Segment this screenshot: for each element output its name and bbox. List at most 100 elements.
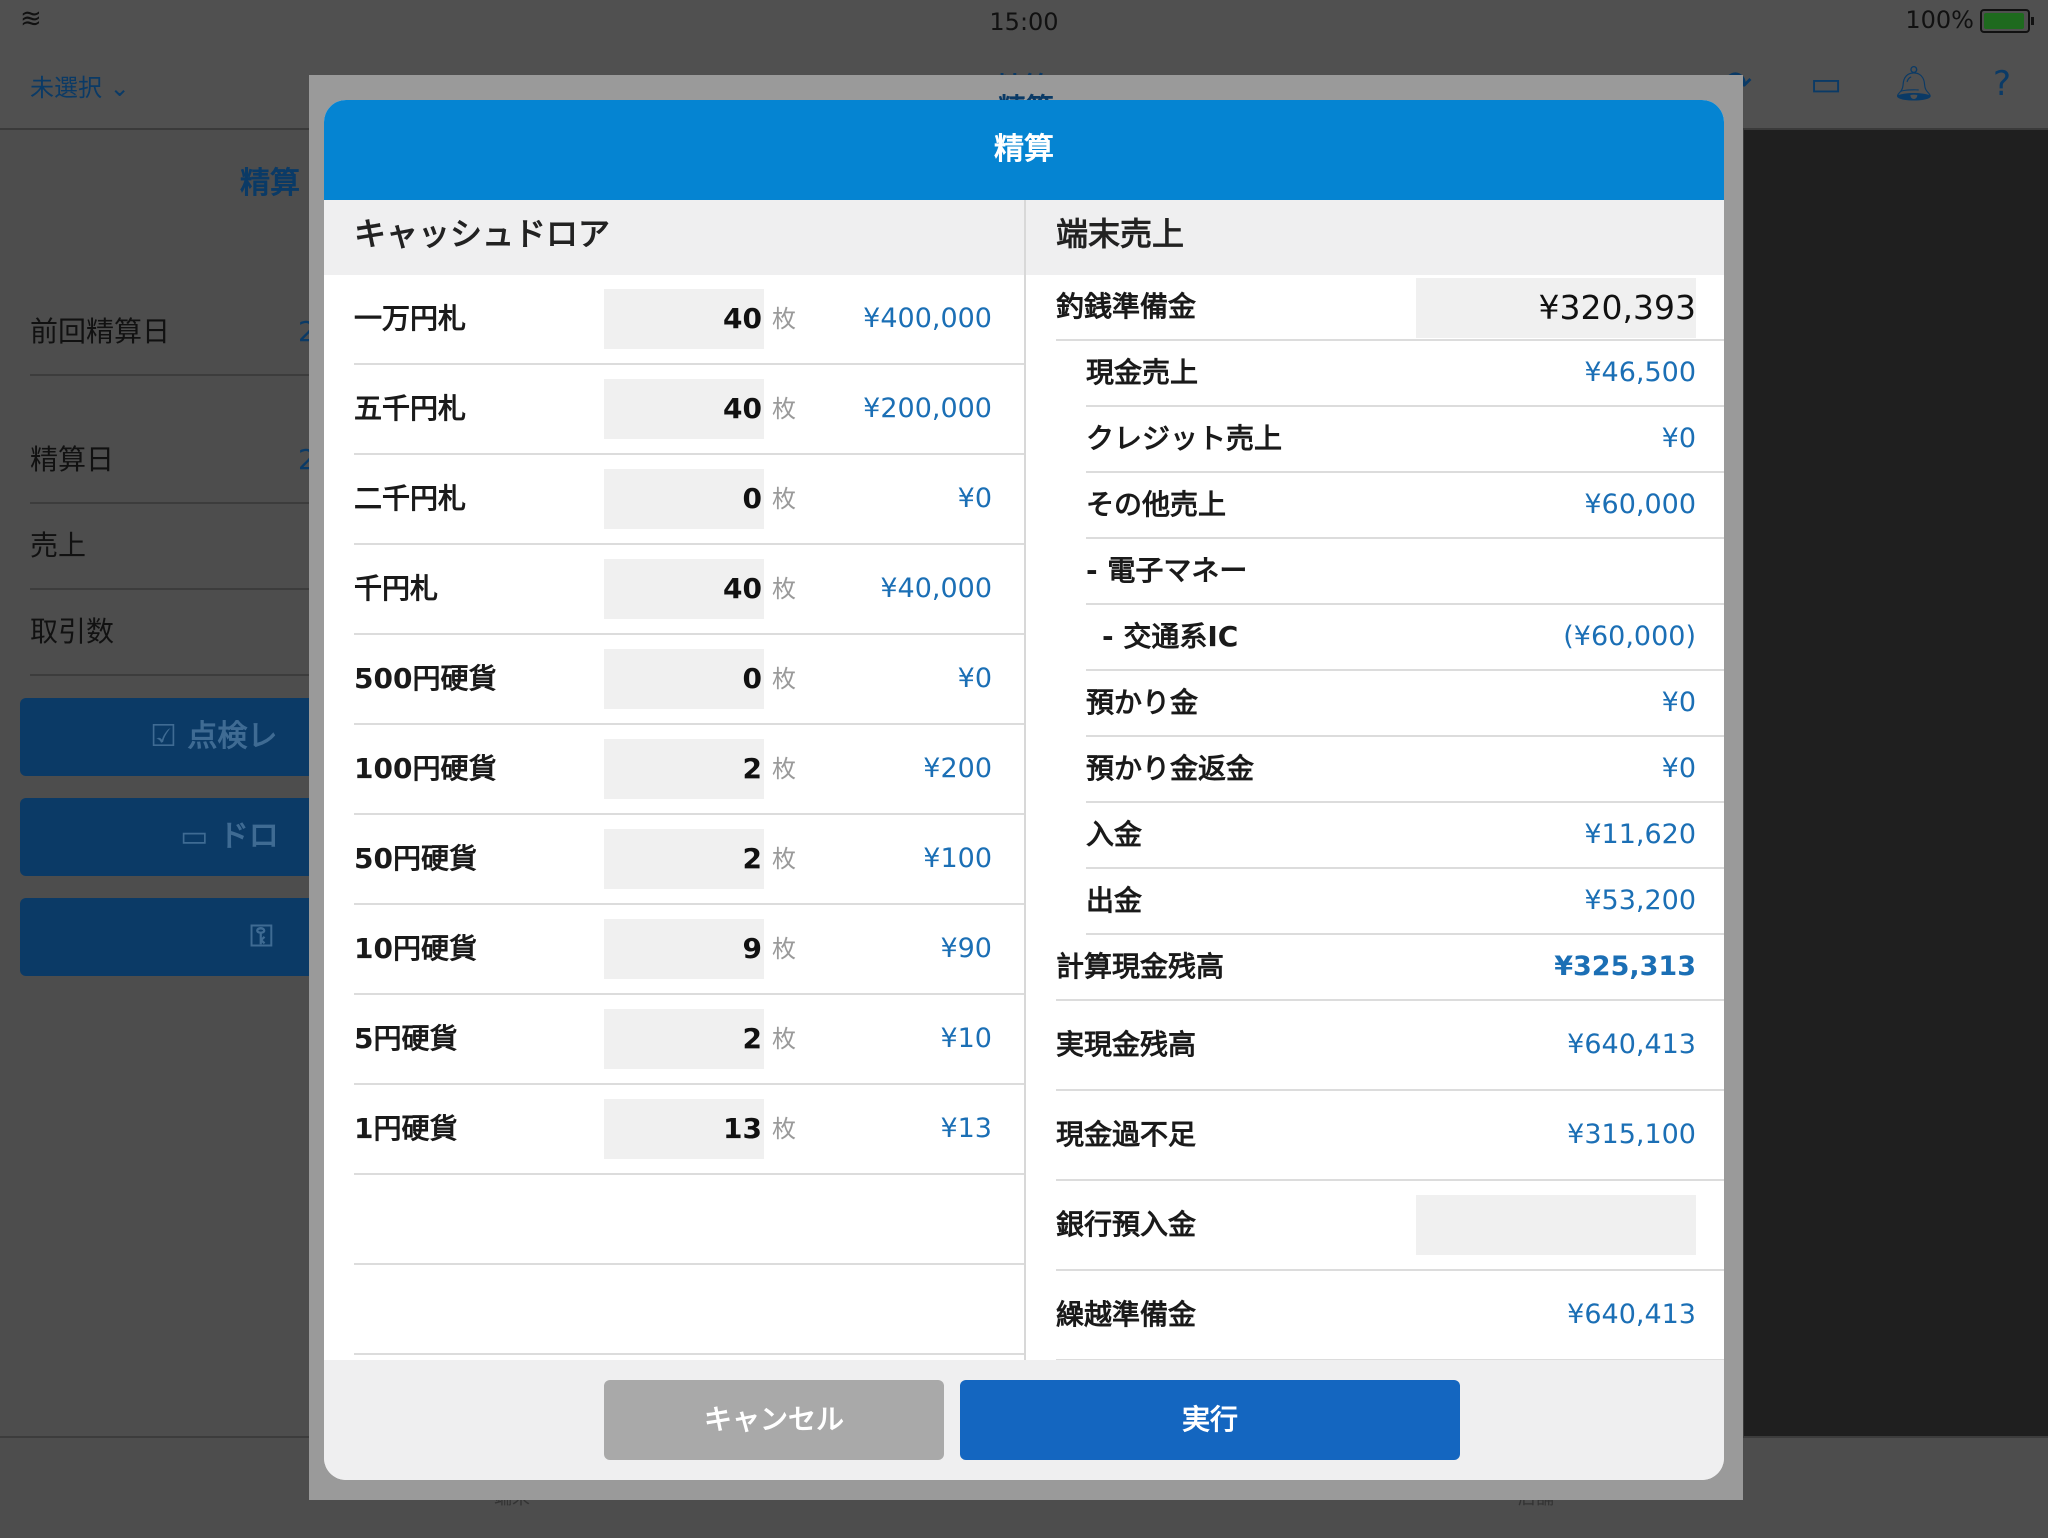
row-label: 精算日 — [30, 443, 115, 476]
unit-label: 枚 — [772, 305, 796, 333]
unit-label: 枚 — [772, 395, 796, 423]
terminal-sales-section: 端末売上 釣銭準備金 ¥320,393 現金売上 ¥46,500 クレジット売上… — [1024, 200, 1724, 1460]
clipboard-icon: ☑ — [150, 719, 177, 754]
emoney-row: - 電子マネー — [1086, 539, 1724, 605]
unit-label: 枚 — [772, 1115, 796, 1143]
other-sales-label: その他売上 — [1086, 488, 1227, 521]
settlement-date-row: 精算日 20 — [30, 418, 334, 504]
cancel-button[interactable]: キャンセル — [604, 1380, 944, 1460]
denomination-row: 五千円札 40 枚 ¥200,000 — [354, 365, 1024, 455]
change-fund-input[interactable]: ¥320,393 — [1416, 278, 1696, 338]
execute-button[interactable]: 実行 — [960, 1380, 1460, 1460]
count-input[interactable]: 9 — [604, 919, 764, 979]
denomination-row: 10円硬貨 9 枚 ¥90 — [354, 905, 1024, 995]
terminal-sales-heading: 端末売上 — [1026, 200, 1724, 275]
cash-out-label: 出金 — [1086, 884, 1143, 917]
cash-out-row: 出金 ¥53,200 — [1086, 869, 1724, 935]
carryover-row: 繰越準備金 ¥640,413 — [1056, 1271, 1724, 1361]
denomination-row: 二千円札 0 枚 ¥0 — [354, 455, 1024, 545]
denomination-amount: ¥0 — [957, 483, 992, 514]
cash-drawer-heading: キャッシュドロア — [324, 200, 1024, 275]
deposit-row: 預かり金 ¥0 — [1086, 671, 1724, 737]
denomination-amount: ¥13 — [940, 1113, 992, 1144]
status-time: 15:00 — [989, 8, 1059, 36]
calc-balance-value: ¥325,313 — [1554, 951, 1696, 982]
cash-diff-label: 現金過不足 — [1056, 1118, 1197, 1151]
count-input[interactable]: 2 — [604, 1009, 764, 1069]
transit-ic-label: - 交通系IC — [1102, 620, 1239, 653]
denomination-amount: ¥400,000 — [863, 303, 992, 334]
unit-label: 枚 — [772, 1025, 796, 1053]
count-value: 40 — [723, 572, 762, 605]
bell-icon[interactable]: 🔔︎ — [1892, 62, 1936, 106]
change-fund-label: 釣銭準備金 — [1056, 290, 1197, 323]
denomination-label: 50円硬貨 — [354, 842, 477, 875]
denomination-label: 一万円札 — [354, 302, 467, 335]
deposit-value: ¥0 — [1661, 687, 1696, 718]
count-value: 13 — [723, 1112, 762, 1145]
count-input[interactable]: 13 — [604, 1099, 764, 1159]
denomination-label: 10円硬貨 — [354, 932, 477, 965]
count-value: 40 — [723, 302, 762, 335]
unit-label: 枚 — [772, 665, 796, 693]
denomination-amount: ¥200 — [923, 753, 992, 784]
last-settlement-row: 前回精算日 20 — [30, 290, 334, 376]
count-input[interactable]: 40 — [604, 379, 764, 439]
deposit-refund-value: ¥0 — [1661, 753, 1696, 784]
help-icon[interactable]: ? — [1980, 62, 2024, 106]
transit-ic-row: - 交通系IC (¥60,000) — [1086, 605, 1724, 671]
unit-label: 枚 — [772, 485, 796, 513]
transactions-row: 取引数 — [30, 590, 330, 676]
drawer-button[interactable]: ▭ ドロ — [20, 798, 340, 876]
calc-balance-label: 計算現金残高 — [1056, 950, 1225, 983]
count-input[interactable]: 40 — [604, 289, 764, 349]
cash-sales-row: 現金売上 ¥46,500 — [1086, 341, 1724, 407]
change-fund-row: 釣銭準備金 ¥320,393 — [1056, 275, 1724, 341]
key-button[interactable]: ⚿ — [20, 898, 340, 976]
right-pane — [1744, 130, 2048, 1436]
sales-row: 売上 — [30, 504, 330, 590]
cash-drawer-section: キャッシュドロア 一万円札 40 枚 ¥400,000 五千円札 40 枚 ¥200,000 二… — [324, 200, 1024, 1460]
count-value: 40 — [723, 392, 762, 425]
other-sales-row: その他売上 ¥60,000 — [1086, 473, 1724, 539]
button-label: 点検レ — [187, 719, 278, 754]
cash-diff-row: 現金過不足 ¥315,100 — [1056, 1091, 1724, 1181]
change-fund-value: ¥320,393 — [1538, 288, 1696, 327]
deposit-label: 預かり金 — [1086, 686, 1199, 719]
denomination-row: 50円硬貨 2 枚 ¥100 — [354, 815, 1024, 905]
calc-balance-row: 計算現金残高 ¥325,313 — [1056, 935, 1724, 1001]
inspection-report-button[interactable]: ☑ 点検レ — [20, 698, 340, 776]
count-value: 9 — [742, 932, 762, 965]
denomination-label: 100円硬貨 — [354, 752, 497, 785]
cash-diff-value: ¥315,100 — [1567, 1119, 1696, 1150]
count-input[interactable]: 2 — [604, 739, 764, 799]
register-icon[interactable]: ▭ — [1804, 62, 1848, 106]
count-input[interactable]: 40 — [604, 559, 764, 619]
row-label: 売上 — [30, 529, 87, 562]
deposit-refund-row: 預かり金返金 ¥0 — [1086, 737, 1724, 803]
cash-in-label: 入金 — [1086, 818, 1143, 851]
denomination-amount: ¥100 — [923, 843, 992, 874]
count-input[interactable]: 2 — [604, 829, 764, 889]
count-input[interactable]: 0 — [604, 469, 764, 529]
credit-sales-value: ¥0 — [1661, 423, 1696, 454]
unit-label: 枚 — [772, 845, 796, 873]
count-value: 2 — [742, 842, 762, 875]
settlement-modal: 精算 キャッシュドロア 一万円札 40 枚 ¥400,000 五千円札 40 枚 ¥200,0… — [324, 100, 1724, 1480]
count-value: 0 — [742, 482, 762, 515]
count-input[interactable]: 0 — [604, 649, 764, 709]
battery-percent: 100% — [1905, 6, 1974, 34]
denomination-row: 100円硬貨 2 枚 ¥200 — [354, 725, 1024, 815]
actual-balance-label: 実現金残高 — [1056, 1028, 1197, 1061]
battery-icon — [1980, 9, 2034, 33]
cash-in-row: 入金 ¥11,620 — [1086, 803, 1724, 869]
denomination-amount: ¥10 — [940, 1023, 992, 1054]
drawer-icon: ▭ — [180, 819, 209, 854]
bank-deposit-input[interactable] — [1416, 1195, 1696, 1255]
transit-ic-value: (¥60,000) — [1563, 621, 1696, 652]
modal-footer: キャンセル 実行 — [324, 1360, 1724, 1480]
denomination-amount: ¥0 — [957, 663, 992, 694]
count-value: 2 — [742, 1022, 762, 1055]
denomination-amount: ¥40,000 — [880, 573, 992, 604]
denomination-row: 5円硬貨 2 枚 ¥10 — [354, 995, 1024, 1085]
